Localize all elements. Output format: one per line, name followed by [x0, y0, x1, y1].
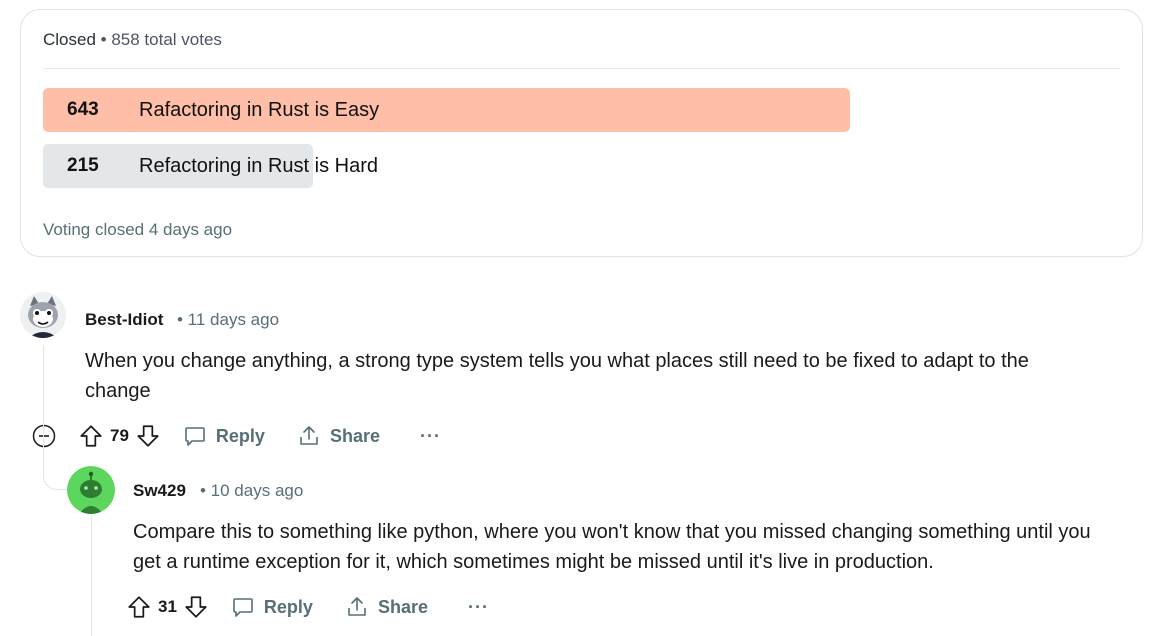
upvote-icon[interactable]	[78, 423, 104, 449]
poll-option-1: 643 Rafactoring in Rust is Easy	[43, 88, 850, 132]
comment-timestamp: • 11 days ago	[177, 310, 280, 329]
comment-actions: 79 Reply Share ···	[32, 421, 441, 451]
thread-connector	[43, 417, 44, 477]
poll-option-label: Rafactoring in Rust is Easy	[139, 99, 380, 121]
comment-actions: 31 Reply Share ···	[126, 592, 489, 622]
reply-icon	[233, 598, 253, 617]
share-icon	[348, 597, 366, 616]
comment-author[interactable]: Best-Idiot	[85, 310, 163, 330]
reply-label: Reply	[215, 425, 265, 446]
share-button[interactable]: Share	[297, 424, 380, 448]
reply-button[interactable]: Reply	[183, 424, 265, 448]
poll-option-2: 215 Refactoring in Rust is Hard	[43, 144, 850, 188]
thread-line[interactable]	[43, 345, 44, 417]
poll-card: Closed • 858 total votes 643 Rafactoring…	[20, 9, 1143, 257]
comment-author[interactable]: Sw429	[133, 481, 186, 501]
comment-body: Compare this to something like python, w…	[133, 521, 1091, 573]
thread-curve	[43, 470, 67, 490]
reply-icon	[185, 427, 205, 446]
poll-status: Closed	[43, 30, 96, 49]
more-options-button[interactable]: ···	[420, 426, 441, 447]
share-button[interactable]: Share	[345, 595, 428, 619]
downvote-icon[interactable]	[183, 594, 209, 620]
downvote-icon[interactable]	[135, 423, 161, 449]
poll-option-label: Refactoring in Rust is Hard	[139, 155, 378, 177]
poll-footer: Voting closed 4 days ago	[43, 220, 233, 239]
comment-body: When you change anything, a strong type …	[85, 350, 1029, 402]
share-icon	[300, 426, 318, 445]
poll-divider	[43, 68, 1120, 69]
reply-label: Reply	[263, 596, 313, 617]
poll-total-votes: 858 total votes	[111, 30, 222, 49]
share-label: Share	[377, 596, 428, 617]
thread-line[interactable]	[91, 516, 92, 636]
snoo-avatar-icon[interactable]	[67, 466, 115, 514]
vote-count: 31	[158, 597, 177, 616]
poll-option-count: 643	[67, 99, 99, 120]
poll-header: Closed • 858 total votes	[43, 30, 222, 50]
comment-timestamp: • 10 days ago	[200, 481, 304, 500]
more-options-button[interactable]: ···	[468, 597, 489, 618]
poll-separator: •	[100, 30, 107, 49]
reply-button[interactable]: Reply	[231, 595, 313, 619]
share-label: Share	[329, 425, 380, 446]
poll-option-count: 215	[67, 155, 99, 176]
vote-count: 79	[110, 426, 129, 445]
upvote-icon[interactable]	[126, 594, 152, 620]
collapse-icon[interactable]	[32, 424, 56, 448]
cat-avatar-icon[interactable]	[20, 292, 66, 338]
